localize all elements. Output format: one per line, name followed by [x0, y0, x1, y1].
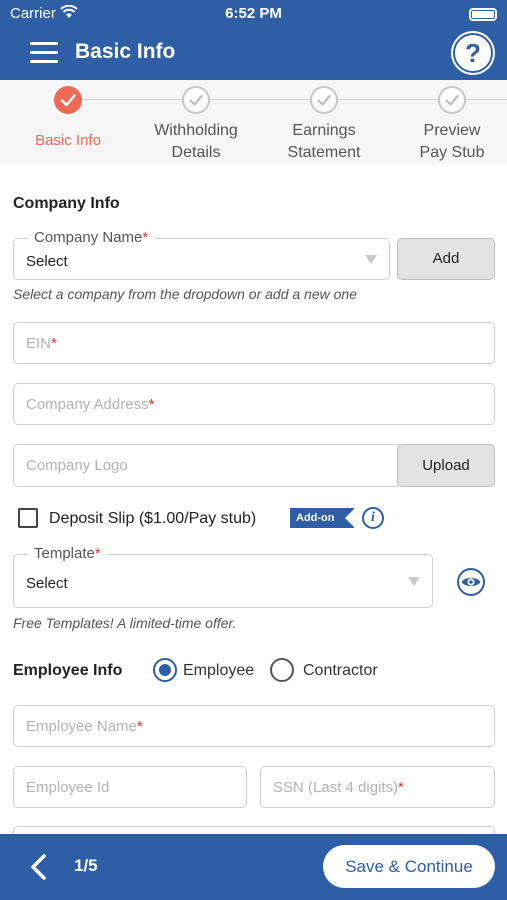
employee-radio-label[interactable]: Employee — [183, 662, 254, 680]
help-button[interactable]: ? — [453, 33, 493, 73]
step-2-label[interactable]: Withholding Details — [136, 120, 256, 164]
step-4-check-icon[interactable] — [438, 86, 466, 114]
company-name-label: Company Name* — [28, 229, 155, 246]
dropdown-caret-icon — [408, 577, 420, 586]
template-value: Select — [26, 575, 68, 592]
deposit-slip-checkbox[interactable] — [18, 508, 38, 528]
ein-field[interactable]: EIN* — [13, 322, 495, 364]
employee-info-heading: Employee Info — [13, 662, 123, 679]
employee-name-placeholder: Employee Name — [26, 718, 137, 735]
template-label: Template* — [28, 545, 107, 562]
employee-radio[interactable] — [153, 658, 177, 682]
status-bar: Carrier 6:52 PM — [0, 0, 507, 28]
page-indicator: 1/5 — [74, 856, 98, 875]
dropdown-caret-icon — [365, 255, 377, 264]
step-1-label[interactable]: Basic Info — [8, 130, 128, 152]
company-name-select[interactable]: Company Name* Select — [13, 229, 390, 280]
employee-id-placeholder: Employee Id — [26, 779, 110, 796]
add-company-button[interactable]: Add — [397, 238, 495, 280]
contractor-radio[interactable] — [270, 658, 294, 682]
step-2-check-icon[interactable] — [182, 86, 210, 114]
battery-icon — [469, 8, 497, 21]
company-logo-field[interactable]: Company Logo — [13, 444, 399, 487]
nav-bar: Basic Info ? — [0, 28, 507, 80]
clock: 6:52 PM — [225, 5, 282, 22]
add-on-badge: Add-on — [290, 508, 355, 528]
company-info-heading: Company Info — [13, 195, 120, 212]
deposit-slip-label: Deposit Slip ($1.00/Pay stub) — [49, 510, 257, 527]
step-4-label[interactable]: Preview Pay Stub — [392, 120, 507, 164]
ein-placeholder: EIN — [26, 335, 52, 352]
menu-icon[interactable] — [30, 42, 58, 64]
step-connector — [338, 99, 438, 100]
company-helper-text: Select a company from the dropdown or ad… — [13, 286, 357, 302]
step-3-check-icon[interactable] — [310, 86, 338, 114]
step-1-check-icon[interactable] — [54, 86, 82, 114]
info-icon[interactable]: i — [362, 507, 384, 529]
template-helper-text: Free Templates! A limited-time offer. — [13, 615, 237, 631]
employee-id-field[interactable]: Employee Id — [13, 766, 247, 808]
step-connector — [466, 99, 507, 100]
step-3-label[interactable]: Earnings Statement — [264, 120, 384, 164]
step-connector — [210, 99, 310, 100]
step-connector — [82, 99, 182, 100]
ssn-placeholder: SSN (Last 4 digits) — [273, 779, 399, 796]
company-address-placeholder: Company Address — [26, 396, 149, 413]
progress-stepper: Basic Info Withholding Details Earnings … — [0, 80, 507, 164]
bottom-bar: 1/5 Save & Continue — [0, 834, 507, 900]
back-chevron-icon[interactable] — [26, 853, 52, 881]
upload-logo-button[interactable]: Upload — [397, 444, 495, 487]
template-select[interactable]: Template* Select — [13, 545, 433, 608]
preview-eye-icon[interactable] — [457, 568, 485, 596]
contractor-radio-label[interactable]: Contractor — [303, 662, 378, 680]
page-title: Basic Info — [75, 40, 176, 63]
ssn-field[interactable]: SSN (Last 4 digits)* — [260, 766, 495, 808]
save-continue-button[interactable]: Save & Continue — [323, 845, 495, 888]
company-address-field[interactable]: Company Address* — [13, 383, 495, 425]
company-name-value: Select — [26, 253, 68, 270]
company-logo-placeholder: Company Logo — [26, 457, 128, 474]
employee-name-field[interactable]: Employee Name* — [13, 705, 495, 747]
